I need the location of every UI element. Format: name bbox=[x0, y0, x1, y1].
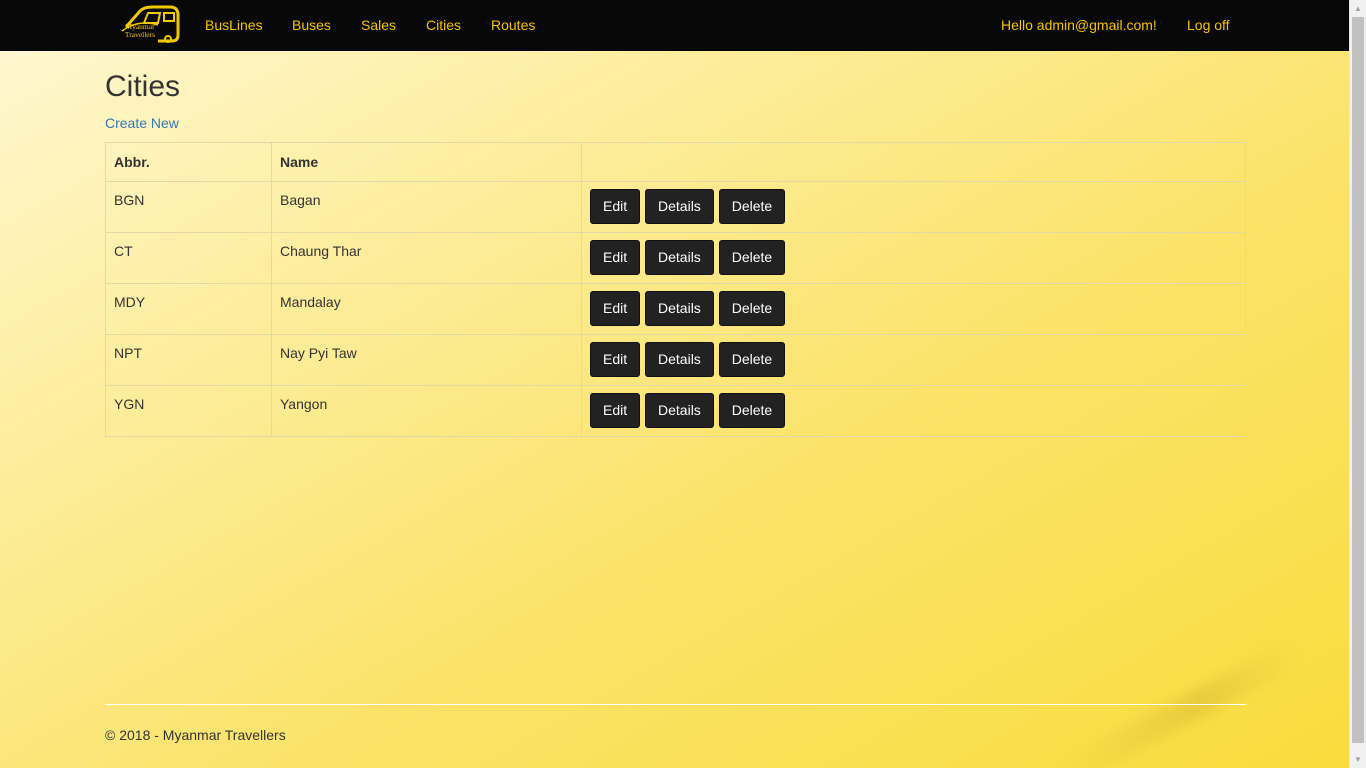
nav-routes[interactable]: Routes bbox=[491, 0, 535, 50]
cell-actions: Edit Details Delete bbox=[581, 181, 1246, 233]
delete-button[interactable]: Delete bbox=[718, 342, 786, 377]
cell-abbr: MDY bbox=[105, 283, 272, 335]
cell-abbr: NPT bbox=[105, 334, 272, 386]
edit-button[interactable]: Edit bbox=[590, 240, 641, 275]
table-row: MDY Mandalay Edit Details Delete bbox=[105, 283, 1246, 335]
cell-actions: Edit Details Delete bbox=[581, 334, 1246, 386]
top-navbar: Myanmar Travellers BusLines Buses Sales … bbox=[0, 0, 1349, 51]
cell-name: Nay Pyi Taw bbox=[271, 334, 582, 386]
cities-table: Abbr. Name BGN Bagan Edit Details Delete… bbox=[105, 142, 1246, 437]
user-greeting-link[interactable]: Hello admin@gmail.com! bbox=[1001, 0, 1157, 50]
details-button[interactable]: Details bbox=[645, 342, 714, 377]
nav-buslines[interactable]: BusLines bbox=[205, 0, 263, 50]
edit-button[interactable]: Edit bbox=[590, 189, 641, 224]
create-new-link[interactable]: Create New bbox=[105, 114, 179, 132]
delete-button[interactable]: Delete bbox=[718, 393, 786, 428]
nav-cities[interactable]: Cities bbox=[426, 0, 461, 50]
cell-abbr: BGN bbox=[105, 181, 272, 233]
nav-sales[interactable]: Sales bbox=[361, 0, 396, 50]
header-actions bbox=[581, 142, 1246, 182]
header-abbr: Abbr. bbox=[105, 142, 272, 182]
brand-logo-text: Myanmar Travellers bbox=[124, 22, 156, 39]
table-row: BGN Bagan Edit Details Delete bbox=[105, 181, 1246, 233]
cell-actions: Edit Details Delete bbox=[581, 385, 1246, 437]
cell-name: Mandalay bbox=[271, 283, 582, 335]
brand-logo[interactable]: Myanmar Travellers bbox=[118, 3, 182, 45]
header-name: Name bbox=[271, 142, 582, 182]
scroll-down-icon[interactable]: ▼ bbox=[1350, 751, 1366, 768]
footer-divider bbox=[105, 704, 1246, 705]
page-title: Cities bbox=[105, 70, 181, 103]
table-row: NPT Nay Pyi Taw Edit Details Delete bbox=[105, 334, 1246, 386]
delete-button[interactable]: Delete bbox=[718, 240, 786, 275]
edit-button[interactable]: Edit bbox=[590, 342, 641, 377]
cell-name: Chaung Thar bbox=[271, 232, 582, 284]
details-button[interactable]: Details bbox=[645, 189, 714, 224]
table-row: CT Chaung Thar Edit Details Delete bbox=[105, 232, 1246, 284]
table-header-row: Abbr. Name bbox=[105, 142, 1246, 182]
vertical-scrollbar[interactable]: ▲ ▼ bbox=[1349, 0, 1366, 768]
delete-button[interactable]: Delete bbox=[718, 189, 786, 224]
details-button[interactable]: Details bbox=[645, 291, 714, 326]
cell-abbr: YGN bbox=[105, 385, 272, 437]
edit-button[interactable]: Edit bbox=[590, 291, 641, 326]
scrollbar-thumb[interactable] bbox=[1352, 17, 1364, 743]
scroll-up-icon[interactable]: ▲ bbox=[1350, 0, 1366, 17]
cell-name: Yangon bbox=[271, 385, 582, 437]
cell-actions: Edit Details Delete bbox=[581, 232, 1246, 284]
cell-actions: Edit Details Delete bbox=[581, 283, 1246, 335]
footer-copyright: © 2018 - Myanmar Travellers bbox=[105, 727, 286, 743]
nav-buses[interactable]: Buses bbox=[292, 0, 331, 50]
details-button[interactable]: Details bbox=[645, 393, 714, 428]
cell-name: Bagan bbox=[271, 181, 582, 233]
delete-button[interactable]: Delete bbox=[718, 291, 786, 326]
cell-abbr: CT bbox=[105, 232, 272, 284]
table-row: YGN Yangon Edit Details Delete bbox=[105, 385, 1246, 437]
edit-button[interactable]: Edit bbox=[590, 393, 641, 428]
details-button[interactable]: Details bbox=[645, 240, 714, 275]
logoff-link[interactable]: Log off bbox=[1187, 0, 1230, 50]
